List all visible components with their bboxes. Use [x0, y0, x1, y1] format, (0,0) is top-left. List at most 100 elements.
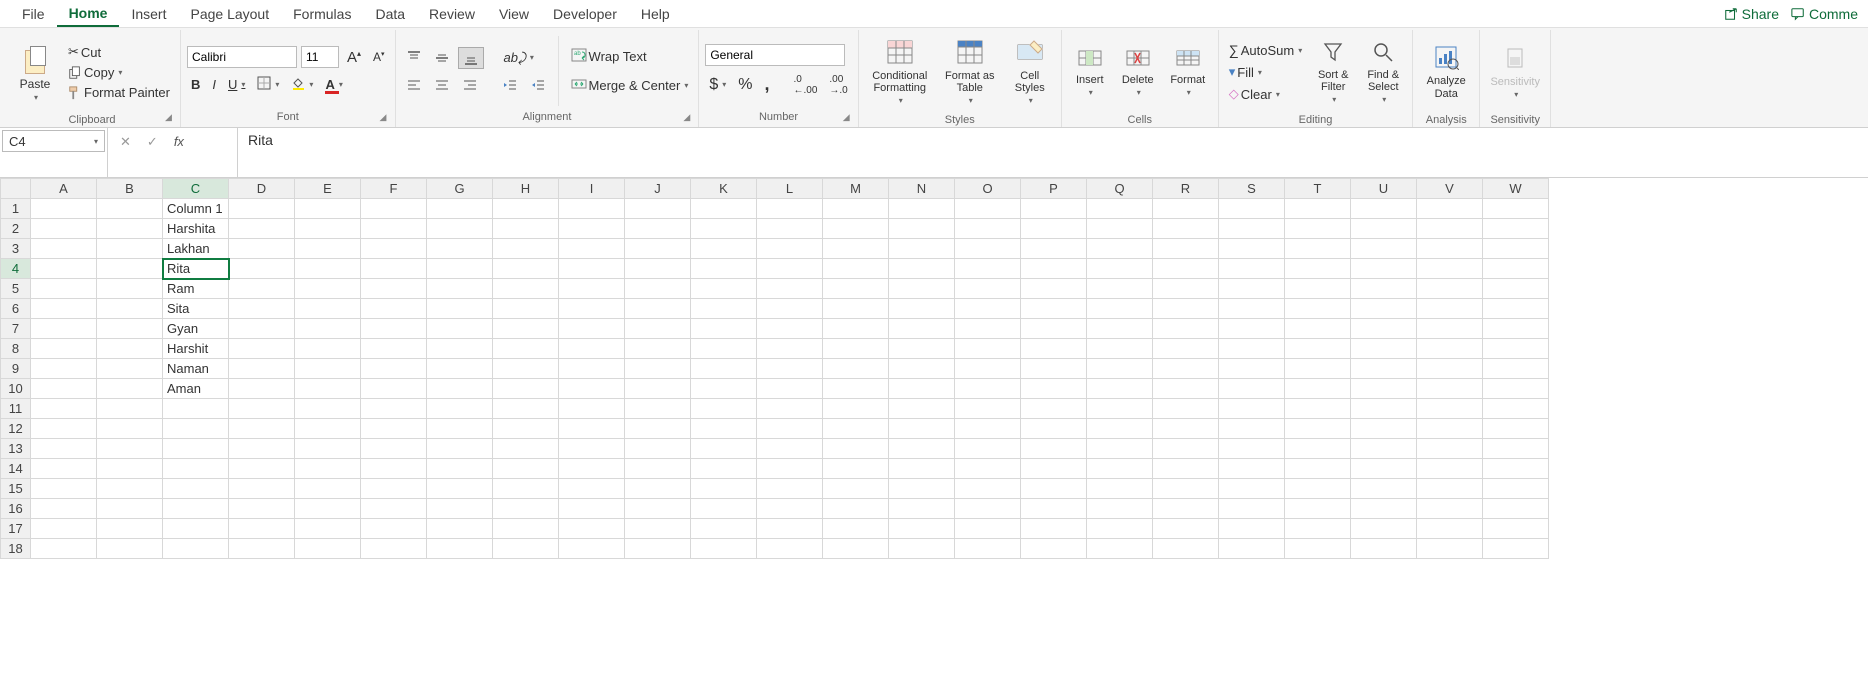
- accounting-format-button[interactable]: $▾: [705, 74, 730, 96]
- cell[interactable]: [295, 339, 361, 359]
- cell[interactable]: [1285, 379, 1351, 399]
- format-as-table-button[interactable]: Format as Table▾: [939, 32, 1001, 112]
- cell[interactable]: [757, 279, 823, 299]
- cell[interactable]: [757, 379, 823, 399]
- fill-color-button[interactable]: ▾: [287, 74, 317, 95]
- cell[interactable]: [691, 519, 757, 539]
- cell[interactable]: [295, 419, 361, 439]
- cell[interactable]: [361, 459, 427, 479]
- cell[interactable]: [889, 379, 955, 399]
- font-color-button[interactable]: A ▾: [321, 75, 346, 94]
- cell[interactable]: [625, 419, 691, 439]
- cell[interactable]: [757, 199, 823, 219]
- cell[interactable]: [757, 419, 823, 439]
- cell[interactable]: [823, 279, 889, 299]
- cell[interactable]: [427, 459, 493, 479]
- font-name-input[interactable]: [187, 46, 297, 68]
- cell[interactable]: [229, 319, 295, 339]
- column-header[interactable]: D: [229, 179, 295, 199]
- cell[interactable]: [229, 439, 295, 459]
- cell[interactable]: [97, 319, 163, 339]
- cell[interactable]: [361, 239, 427, 259]
- cell[interactable]: [559, 319, 625, 339]
- cell[interactable]: [361, 519, 427, 539]
- cell[interactable]: [1351, 519, 1417, 539]
- row-header[interactable]: 9: [1, 359, 31, 379]
- cut-button[interactable]: ✂ Cut: [64, 42, 174, 62]
- format-painter-button[interactable]: Format Painter: [64, 83, 174, 102]
- cell[interactable]: [823, 499, 889, 519]
- cell[interactable]: [1285, 499, 1351, 519]
- cell[interactable]: [1087, 319, 1153, 339]
- cell[interactable]: [625, 239, 691, 259]
- cell[interactable]: [889, 479, 955, 499]
- cell[interactable]: [97, 459, 163, 479]
- fill-button[interactable]: ▾ Fill▾: [1225, 62, 1306, 82]
- cell[interactable]: [1153, 299, 1219, 319]
- cell[interactable]: [1087, 359, 1153, 379]
- row-header[interactable]: 14: [1, 459, 31, 479]
- cell[interactable]: Naman: [163, 359, 229, 379]
- cell[interactable]: [1483, 219, 1549, 239]
- cell[interactable]: [559, 239, 625, 259]
- cell[interactable]: [1285, 279, 1351, 299]
- column-header[interactable]: R: [1153, 179, 1219, 199]
- cell[interactable]: [1219, 459, 1285, 479]
- cell[interactable]: [1417, 339, 1483, 359]
- column-header[interactable]: M: [823, 179, 889, 199]
- cell[interactable]: [1351, 319, 1417, 339]
- column-header[interactable]: B: [97, 179, 163, 199]
- cell[interactable]: [1417, 399, 1483, 419]
- cell[interactable]: [361, 319, 427, 339]
- cell[interactable]: [1021, 459, 1087, 479]
- cell[interactable]: [97, 479, 163, 499]
- cell[interactable]: [1351, 219, 1417, 239]
- cell[interactable]: [691, 299, 757, 319]
- cell[interactable]: [1087, 259, 1153, 279]
- cell[interactable]: [163, 539, 229, 559]
- cell[interactable]: [1417, 499, 1483, 519]
- cell[interactable]: [1483, 539, 1549, 559]
- cell[interactable]: [823, 519, 889, 539]
- column-header[interactable]: I: [559, 179, 625, 199]
- cell[interactable]: [691, 479, 757, 499]
- column-header[interactable]: Q: [1087, 179, 1153, 199]
- cell[interactable]: [1483, 479, 1549, 499]
- cell[interactable]: [1417, 459, 1483, 479]
- cell[interactable]: [427, 439, 493, 459]
- column-header[interactable]: T: [1285, 179, 1351, 199]
- cell[interactable]: [625, 199, 691, 219]
- cell[interactable]: [229, 419, 295, 439]
- cell[interactable]: [1417, 239, 1483, 259]
- cell[interactable]: [955, 499, 1021, 519]
- cell[interactable]: [229, 459, 295, 479]
- cell[interactable]: [97, 399, 163, 419]
- cell[interactable]: [1153, 379, 1219, 399]
- column-header[interactable]: N: [889, 179, 955, 199]
- cell[interactable]: [97, 299, 163, 319]
- cell[interactable]: [559, 479, 625, 499]
- cell[interactable]: [691, 339, 757, 359]
- cell[interactable]: [1219, 439, 1285, 459]
- cell[interactable]: [559, 259, 625, 279]
- align-top-button[interactable]: [402, 48, 426, 68]
- cell[interactable]: [1351, 279, 1417, 299]
- cell[interactable]: [163, 519, 229, 539]
- row-header[interactable]: 7: [1, 319, 31, 339]
- cell[interactable]: [757, 299, 823, 319]
- cell[interactable]: [1483, 399, 1549, 419]
- cell[interactable]: Ram: [163, 279, 229, 299]
- analyze-data-button[interactable]: Analyze Data: [1419, 32, 1473, 112]
- cell[interactable]: [625, 519, 691, 539]
- cell[interactable]: [295, 359, 361, 379]
- cell[interactable]: [691, 319, 757, 339]
- cell[interactable]: [691, 399, 757, 419]
- align-left-button[interactable]: [402, 75, 426, 95]
- insert-cells-button[interactable]: Insert▾: [1068, 32, 1112, 112]
- cell[interactable]: [955, 279, 1021, 299]
- cell[interactable]: [1417, 519, 1483, 539]
- cell[interactable]: [361, 359, 427, 379]
- cell[interactable]: [295, 319, 361, 339]
- cell[interactable]: Gyan: [163, 319, 229, 339]
- cell[interactable]: [1483, 419, 1549, 439]
